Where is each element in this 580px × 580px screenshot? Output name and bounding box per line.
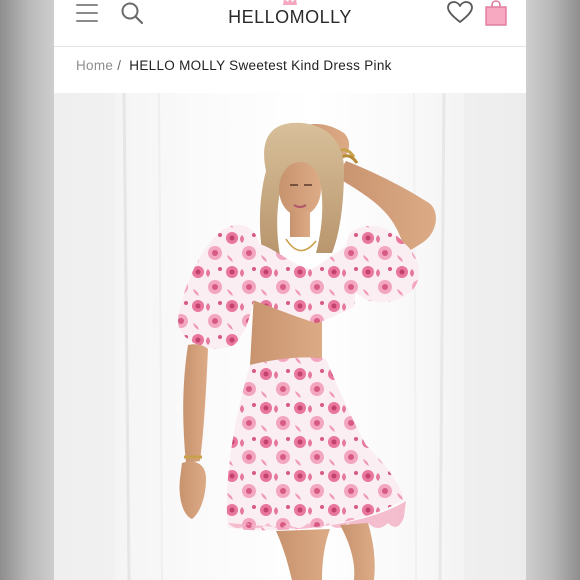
- site-header: HELLOMOLLY: [54, 0, 526, 47]
- heart-icon[interactable]: [447, 1, 473, 24]
- breadcrumb: Home / HELLO MOLLY Sweetest Kind Dress Pin…: [54, 47, 526, 93]
- breadcrumb-home-link[interactable]: Home: [76, 58, 113, 73]
- product-photo-illustration: [54, 93, 526, 580]
- site-logo[interactable]: HELLOMOLLY: [204, 0, 376, 30]
- logo-text: HELLOMOLLY: [228, 7, 352, 27]
- breadcrumb-current-page: HELLO MOLLY Sweetest Kind Dress Pink: [129, 58, 392, 73]
- crown-icon: [283, 0, 297, 5]
- breadcrumb-separator: /: [117, 58, 122, 73]
- shopping-bag-icon[interactable]: [484, 0, 508, 26]
- menu-icon[interactable]: [76, 4, 98, 22]
- product-page: HELLOMOLLY Home / HELLO MOLLY Sweetest Kin…: [54, 0, 526, 580]
- product-image[interactable]: [54, 93, 526, 580]
- search-icon[interactable]: [120, 1, 144, 25]
